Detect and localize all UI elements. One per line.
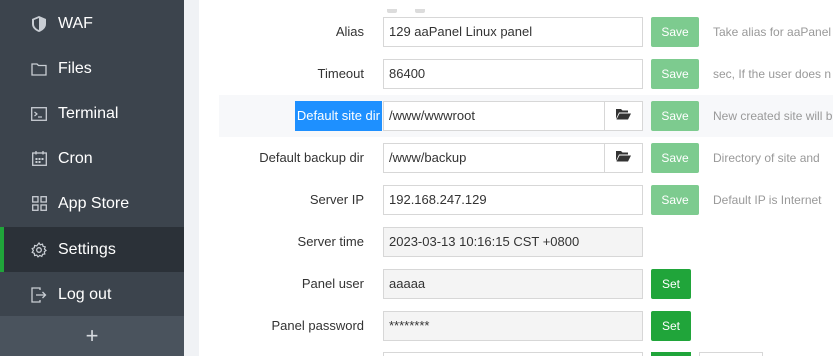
panel-user-field: aaaaa [383,269,643,299]
server-time-field: 2023-03-13 10:16:15 CST +0800 [383,227,643,257]
server-ip-row: Server IP 192.168.247.129 Save Default I… [199,179,833,221]
add-button[interactable]: + [0,316,184,356]
sidebar-item-logout[interactable]: Log out [0,272,184,317]
shield-icon [31,15,47,32]
backup-dir-description: Directory of site and [713,151,820,165]
site-dir-save-button[interactable]: Save [651,101,699,131]
alias-row: Alias 129 aaPanel Linux panel Save Take … [199,11,833,53]
backup-dir-save-button[interactable]: Save [651,143,699,173]
sidebar-item-label: App Store [58,194,130,212]
sidebar-item-label: Log out [58,285,112,303]
sidebar-item-files[interactable]: Files [0,46,184,91]
sidebar-item-settings[interactable]: Settings [0,227,184,272]
sidebar-item-waf[interactable]: WAF [0,1,184,46]
server-ip-save-button[interactable]: Save [651,185,699,215]
timeout-input[interactable]: 86400 [383,59,643,89]
sidebar-item-label: Cron [58,149,93,167]
backup-dir-row: Default backup dir /www/backup Save Dire… [199,137,833,179]
apps-grid-icon [31,196,47,212]
timeout-row: Timeout 86400 Save sec, If the user does… [199,53,833,95]
panel-password-label: Panel password [271,318,365,333]
sidebar-item-label: Settings [58,240,116,258]
terminal-icon [31,106,47,122]
site-dir-description: New created site will b [713,109,833,123]
sidebar-item-app-store[interactable]: App Store [0,181,184,226]
logout-icon [31,286,47,303]
partial-control-top [383,0,429,13]
sidebar-item-label: Files [58,59,92,77]
sidebar-item-label: WAF [58,14,93,32]
server-ip-description: Default IP is Internet [713,193,822,207]
sidebar: WAF Files Terminal Cron App Store Settin… [0,0,184,356]
folder-open-icon [616,107,631,125]
site-dir-input[interactable]: /www/wwwroot [383,101,605,131]
content-gutter [184,0,199,356]
panel-password-field: ******** [383,311,643,341]
sidebar-item-label: Terminal [58,104,119,122]
site-dir-browse-button[interactable] [604,101,643,131]
alias-description: Take alias for aaPanel [713,25,832,39]
server-ip-input[interactable]: 192.168.247.129 [383,185,643,215]
panel-user-row: Panel user aaaaa Set [199,263,833,305]
backup-dir-browse-button[interactable] [604,143,643,173]
sidebar-item-terminal[interactable]: Terminal [0,91,184,136]
backup-dir-input[interactable]: /www/backup [383,143,605,173]
settings-panel: Alias 129 aaPanel Linux panel Save Take … [199,0,833,356]
partial-input-bottom [383,352,643,356]
site-dir-row: Default site dir /www/wwwroot Save New c… [219,95,833,137]
site-dir-label: Default site dir [294,101,382,131]
alias-input[interactable]: 129 aaPanel Linux panel [383,17,643,47]
server-time-label: Server time [297,234,364,249]
timeout-save-button[interactable]: Save [651,59,699,89]
backup-dir-label: Default backup dir [259,150,364,165]
alias-label: Alias [335,24,364,39]
timeout-description: sec, If the user does n [713,67,832,81]
sidebar-item-cron[interactable]: Cron [0,136,184,181]
panel-password-row: Panel password ******** Set [199,305,833,347]
server-ip-label: Server IP [309,192,364,207]
partial-button-bottom [651,352,691,356]
gear-icon [31,241,47,258]
panel-password-set-button[interactable]: Set [651,311,691,341]
calendar-icon [31,151,47,167]
folder-icon [31,61,47,77]
folder-open-icon [616,149,631,167]
partial-button-bottom-2 [699,352,763,356]
panel-user-set-button[interactable]: Set [651,269,691,299]
server-time-row: Server time 2023-03-13 10:16:15 CST +080… [199,221,833,263]
panel-user-label: Panel user [301,276,364,291]
alias-save-button[interactable]: Save [651,17,699,47]
timeout-label: Timeout [317,66,364,81]
